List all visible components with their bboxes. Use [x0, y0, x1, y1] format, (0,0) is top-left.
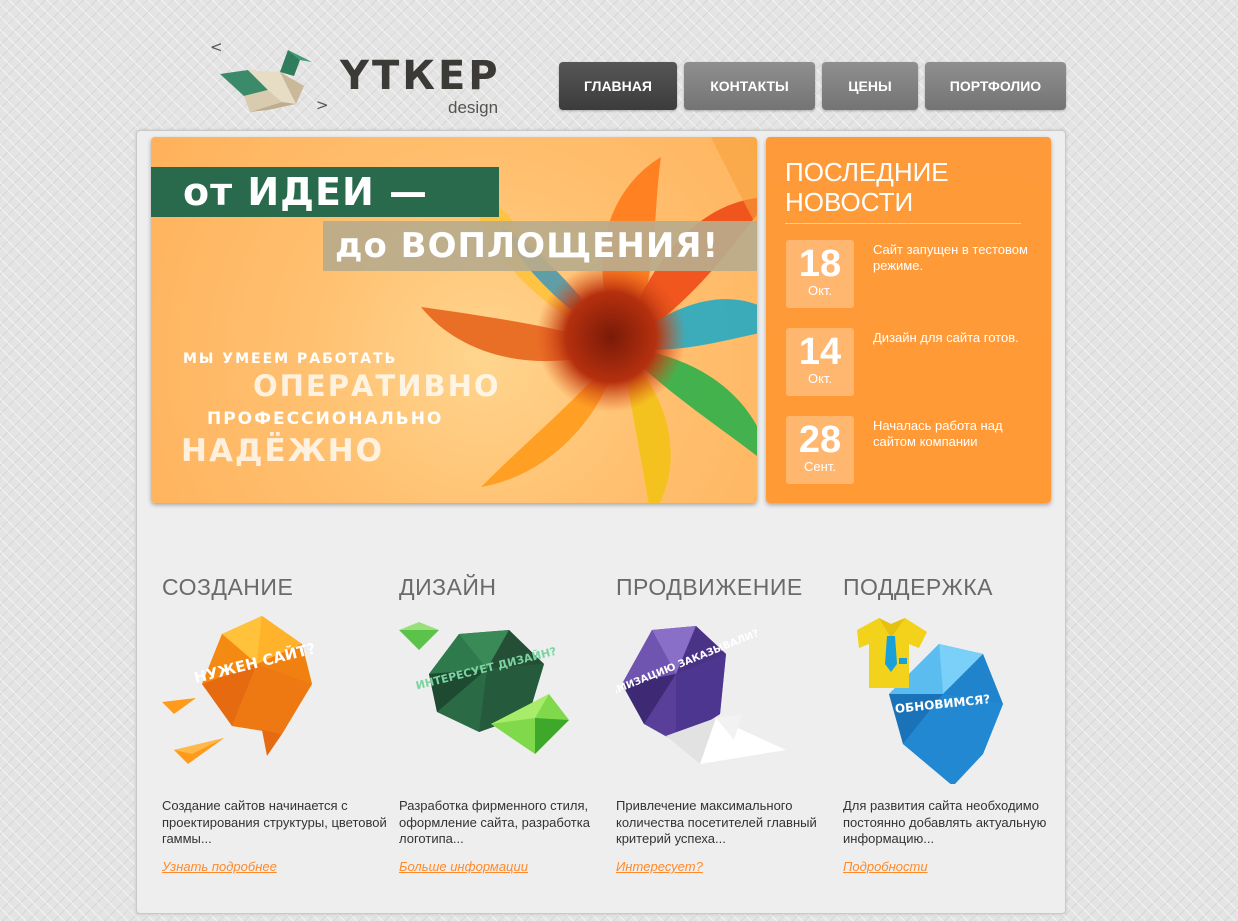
news-text: Началась работа над сайтом компании	[873, 418, 1003, 449]
news-day: 18	[798, 243, 842, 285]
feature-design: ДИЗАЙН ИНТЕРЕСУЕТ ДИЗАЙН? Разработка фир…	[399, 574, 625, 874]
feature-more-link[interactable]: Больше информации	[399, 859, 528, 874]
hero-tagline-1: МЫ УМЕЕМ РАБОТАТЬ	[183, 351, 398, 367]
hero-headline-1: от ИДЕИ —	[151, 167, 499, 217]
logo-subtitle: design	[448, 98, 499, 117]
news-text: Дизайн для сайта готов.	[873, 330, 1019, 345]
site-logo[interactable]: < > ΥТКЕР design	[208, 38, 518, 120]
hero-tagline-2: ОПЕРАТИВНО	[253, 369, 501, 403]
hero-tagline-3: ПРОФЕССИОНАЛЬНО	[207, 409, 444, 429]
news-panel: ПОСЛЕДНИЕ НОВОСТИ 18 Окт. Сайт запущен в…	[766, 137, 1051, 503]
origami-purple-crystal-icon: ОПТИМИЗАЦИЮ ЗАКАЗЫВАЛИ?	[616, 626, 786, 764]
news-title: ПОСЛЕДНИЕ НОВОСТИ	[785, 157, 1021, 224]
feature-title: ПРОДВИЖЕНИЕ	[616, 574, 803, 600]
feature-more-link[interactable]: Подробности	[843, 859, 928, 874]
nav-item-prices[interactable]: ЦЕНЫ	[822, 62, 918, 110]
hero-banner: от ИДЕИ — до ВОПЛОЩЕНИЯ! МЫ УМЕЕМ РАБОТА…	[151, 137, 757, 503]
feature-more-link[interactable]: Узнать подробнее	[162, 859, 277, 874]
logo-wordmark: ΥТКЕР	[340, 53, 501, 99]
nav-item-home[interactable]: ГЛАВНАЯ	[559, 62, 677, 110]
feature-description: Привлечение максимального количества пос…	[616, 798, 817, 846]
feature-promotion: ПРОДВИЖЕНИЕ ОПТИМИЗАЦИЮ ЗАКАЗЫВАЛИ? Прив…	[616, 574, 842, 874]
news-text: Сайт запущен в тестовом режиме.	[873, 242, 1028, 273]
feature-description: Создание сайтов начинается с проектирова…	[162, 798, 387, 846]
logo-arrow-right: >	[316, 96, 329, 114]
logo-arrow-left: <	[210, 38, 223, 56]
nav-item-portfolio[interactable]: ПОРТФОЛИО	[925, 62, 1066, 110]
news-date: 14 Окт.	[786, 328, 854, 396]
news-date: 28 Сент.	[786, 416, 854, 484]
news-item[interactable]: 28 Сент. Началась работа над сайтом комп…	[786, 416, 1046, 484]
news-item[interactable]: 18 Окт. Сайт запущен в тестовом режиме.	[786, 240, 1046, 308]
news-date: 18 Окт.	[786, 240, 854, 308]
news-month: Окт.	[807, 371, 833, 386]
feature-creation: СОЗДАНИЕ НУЖЕН САЙТ? Создание сайтов нач…	[162, 574, 388, 874]
feature-title: ДИЗАЙН	[399, 574, 497, 600]
news-month: Окт.	[807, 283, 833, 298]
feature-description: Разработка фирменного стиля, оформление …	[399, 798, 590, 846]
hero-tagline-4: НАДЁЖНО	[181, 433, 384, 469]
news-day: 28	[798, 419, 842, 461]
feature-support: ПОДДЕРЖКА ОБНОВИМСЯ? Для развития сайта …	[843, 574, 1069, 874]
feature-title: ПОДДЕРЖКА	[843, 574, 993, 600]
news-item[interactable]: 14 Окт. Дизайн для сайта готов.	[786, 328, 1046, 396]
origami-shirt-and-blue-crystal-icon: ОБНОВИМСЯ?	[857, 618, 1003, 784]
feature-description: Для развития сайта необходимо постоянно …	[843, 798, 1047, 846]
origami-orange-crystal-icon: НУЖЕН САЙТ?	[162, 616, 317, 764]
feature-title: СОЗДАНИЕ	[162, 574, 294, 600]
nav-item-contacts[interactable]: КОНТАКТЫ	[684, 62, 815, 110]
news-day: 14	[798, 331, 842, 373]
feature-more-link[interactable]: Интересует?	[616, 859, 703, 874]
hero-headline-2: до ВОПЛОЩЕНИЯ!	[323, 221, 757, 271]
news-month: Сент.	[804, 459, 836, 474]
origami-green-crystal-icon: ИНТЕРЕСУЕТ ДИЗАЙН?	[399, 622, 569, 754]
